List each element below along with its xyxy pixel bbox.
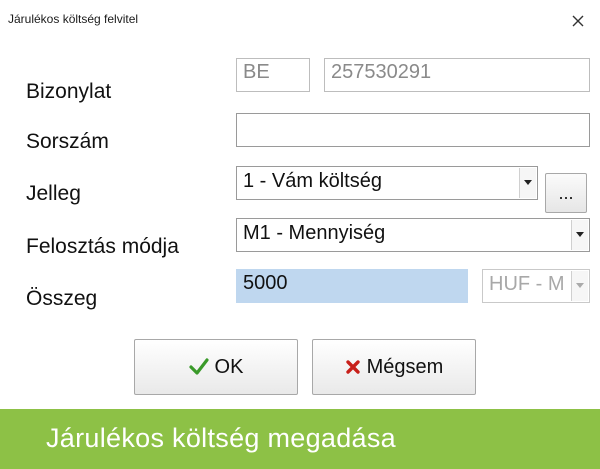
chevron-down-icon[interactable] [571, 220, 588, 250]
ok-button[interactable]: OK [134, 339, 298, 395]
x-mark-icon [345, 359, 361, 375]
jelleg-selected-value: 1 - Vám költség [243, 170, 382, 192]
bizonylat-prefix-field: BE [236, 58, 310, 92]
osszeg-input[interactable]: 5000 [236, 269, 468, 303]
sorszam-input[interactable] [236, 113, 590, 147]
felosztas-label: Felosztás módja [26, 235, 179, 258]
caption-text: Járulékos költség megadása [46, 423, 396, 453]
ok-button-label: OK [214, 355, 244, 378]
sorszam-label: Sorszám [26, 130, 109, 153]
window-title: Járulékos költség felvitel [8, 12, 139, 26]
chevron-down-icon[interactable] [519, 168, 536, 198]
osszeg-label: Összeg [26, 287, 98, 310]
cancel-button[interactable]: Mégsem [312, 339, 476, 395]
currency-select: HUF - M [482, 269, 590, 303]
bizonylat-number-field: 257530291 [324, 58, 590, 92]
caption-banner: Járulékos költség megadása [0, 409, 600, 469]
chevron-down-icon [571, 271, 588, 301]
cancel-button-label: Mégsem [366, 355, 444, 378]
window-titlebar: Járulékos költség felvitel [0, 0, 600, 44]
jelleg-browse-button[interactable]: ... [545, 173, 587, 213]
checkmark-icon [188, 358, 209, 376]
jelleg-label: Jelleg [26, 182, 81, 205]
close-icon [572, 15, 584, 27]
bizonylat-label: Bizonylat [26, 80, 112, 103]
felosztas-selected-value: M1 - Mennyiség [243, 222, 386, 244]
close-button[interactable] [562, 6, 594, 36]
currency-selected-value: HUF - M [489, 273, 565, 295]
felosztas-select[interactable]: M1 - Mennyiség [236, 218, 590, 252]
jelleg-select[interactable]: 1 - Vám költség [236, 166, 538, 200]
